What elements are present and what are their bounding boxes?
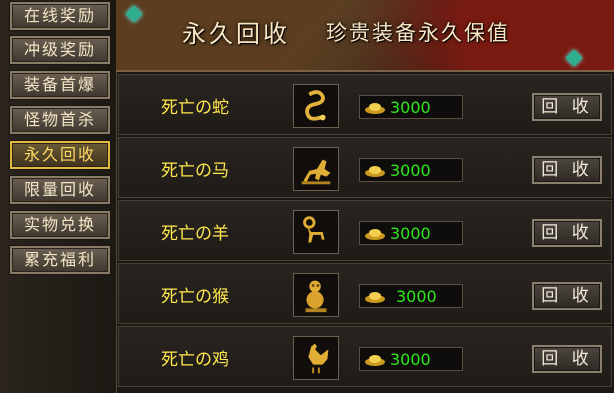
price-box: 3000	[359, 95, 463, 119]
price: 3000	[390, 350, 431, 369]
emerald-icon	[565, 49, 583, 67]
item-name: 死亡の蛇	[161, 98, 229, 118]
price: 3000	[396, 287, 437, 306]
recycle-button[interactable]: 回 收	[532, 156, 602, 184]
item-name: 死亡の马	[161, 161, 229, 181]
recycle-row: 死亡の蛇 3000 回 收	[118, 74, 612, 135]
recycle-button[interactable]: 回 收	[532, 219, 602, 247]
item-name: 死亡の猴	[161, 287, 229, 307]
gold-ingot-icon	[365, 292, 385, 303]
nav-physical-exchange[interactable]: 实物兑换	[10, 211, 110, 239]
price-box: 3000	[359, 221, 463, 245]
gold-ingot-icon	[365, 229, 385, 240]
recycle-button[interactable]: 回 收	[532, 345, 602, 373]
gold-snake-icon	[293, 84, 339, 128]
price-box: 3000	[359, 284, 463, 308]
banner: 永久回收 珍贵装备永久保值	[116, 0, 614, 72]
gold-ingot-icon	[365, 166, 385, 177]
banner-title: 永久回收	[182, 20, 290, 48]
gold-goat-icon	[293, 210, 339, 254]
nav-permanent-recycle[interactable]: 永久回收	[10, 141, 110, 169]
price-box: 3000	[359, 347, 463, 371]
item-name: 死亡の鸡	[161, 350, 229, 370]
recycle-button[interactable]: 回 收	[532, 93, 602, 121]
recycle-row: 死亡の猴 3000 回 收	[118, 263, 612, 324]
emerald-icon	[125, 5, 143, 23]
nav-limited-recycle[interactable]: 限量回收	[10, 176, 110, 204]
recycle-button[interactable]: 回 收	[532, 282, 602, 310]
nav-recharge-welfare[interactable]: 累充福利	[10, 246, 110, 274]
price-box: 3000	[359, 158, 463, 182]
gold-ingot-icon	[365, 103, 385, 114]
nav-online-reward[interactable]: 在线奖励	[10, 2, 110, 30]
gold-rooster-icon	[293, 336, 339, 380]
gold-monkey-icon	[293, 273, 339, 317]
gold-ingot-icon	[365, 355, 385, 366]
nav-equipment-first-drop[interactable]: 装备首爆	[10, 71, 110, 99]
price: 3000	[390, 98, 431, 117]
nav-level-reward[interactable]: 冲级奖励	[10, 36, 110, 64]
item-name: 死亡の羊	[161, 224, 229, 244]
price: 3000	[390, 161, 431, 180]
recycle-row: 死亡の鸡 3000 回 收	[118, 326, 612, 387]
gold-horse-icon	[293, 147, 339, 191]
nav-monster-first-kill[interactable]: 怪物首杀	[10, 106, 110, 134]
recycle-row: 死亡の马 3000 回 收	[118, 137, 612, 198]
banner-subtitle: 珍贵装备永久保值	[326, 21, 510, 45]
price: 3000	[390, 224, 431, 243]
sidebar: 在线奖励 冲级奖励 装备首爆 怪物首杀 永久回收 限量回收 实物兑换 累充福利	[0, 0, 117, 393]
recycle-row: 死亡の羊 3000 回 收	[118, 200, 612, 261]
